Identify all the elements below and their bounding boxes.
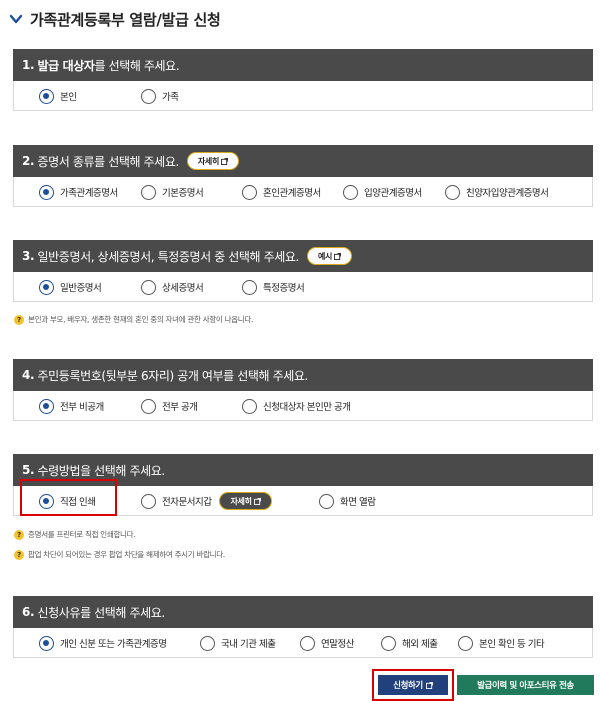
radio-option-other[interactable]: 본인 확인 등 기타 bbox=[458, 628, 545, 658]
radio-option-family[interactable]: 가족 bbox=[141, 81, 179, 111]
chevron-icon bbox=[9, 14, 23, 24]
page-title-text: 가족관계등록부 열람/발급 신청 bbox=[30, 10, 221, 29]
radio-icon[interactable] bbox=[458, 635, 473, 651]
section-options: 가족관계증명서 기본증명서 혼인관계증명서 입양관계증명서 친양자입양관계증명서 bbox=[13, 177, 593, 207]
section-options: 전부 비공개 전부 공개 신청대상자 본인만 공개 bbox=[13, 391, 593, 421]
section-header: 1. 발급 대상자 를 선택해 주세요. bbox=[13, 49, 593, 81]
radio-option-all-public[interactable]: 전부 공개 bbox=[141, 391, 198, 421]
history-apostille-button[interactable]: 발급이력 및 아포스티유 전송 bbox=[457, 675, 594, 695]
highlight-box bbox=[20, 479, 117, 516]
radio-option-tax[interactable]: 연말정산 bbox=[300, 628, 354, 658]
help-icon: ? bbox=[14, 549, 24, 560]
radio-option-basic[interactable]: 기본증명서 bbox=[141, 177, 204, 207]
help-icon: ? bbox=[14, 314, 24, 325]
details-button[interactable]: 자세히 bbox=[186, 152, 240, 170]
radio-option-family-relation[interactable]: 가족관계증명서 bbox=[39, 177, 118, 207]
radio-option-domestic[interactable]: 국내 기관 제출 bbox=[200, 628, 276, 658]
section-options: 본인 가족 bbox=[13, 81, 593, 111]
section-certificate-type: 2. 증명서 종류를 선택해 주세요. 자세히 가족관계증명서 기본증명서 혼인… bbox=[13, 145, 593, 207]
radio-option-overseas[interactable]: 해외 제출 bbox=[381, 628, 438, 658]
section-options: 일반증명서 상세증명서 특정증명서 bbox=[13, 272, 593, 302]
radio-option-detailed[interactable]: 상세증명서 bbox=[141, 272, 204, 302]
example-button[interactable]: 예시 bbox=[306, 247, 353, 265]
radio-selected-icon[interactable] bbox=[39, 635, 54, 651]
section-id-disclosure: 4. 주민등록번호(뒷부분 6자리) 공개 여부를 선택해 주세요. 전부 비공… bbox=[13, 359, 593, 421]
radio-option-self-only[interactable]: 신청대상자 본인만 공개 bbox=[242, 391, 351, 421]
section-header: 4. 주민등록번호(뒷부분 6자리) 공개 여부를 선택해 주세요. bbox=[13, 359, 593, 391]
radio-option-specific[interactable]: 특정증명서 bbox=[242, 272, 305, 302]
radio-option-general[interactable]: 일반증명서 bbox=[39, 272, 102, 302]
radio-icon[interactable] bbox=[200, 635, 215, 651]
section-header: 2. 증명서 종류를 선택해 주세요. 자세히 bbox=[13, 145, 593, 177]
section-certificate-scope: 3. 일반증명서, 상세증명서, 특정증명서 중 선택해 주세요. 예시 일반증… bbox=[13, 240, 593, 302]
radio-option-self[interactable]: 본인 bbox=[39, 81, 77, 111]
radio-icon[interactable] bbox=[319, 493, 334, 509]
highlight-box bbox=[372, 669, 454, 701]
section-header: 3. 일반증명서, 상세증명서, 특정증명서 중 선택해 주세요. 예시 bbox=[13, 240, 593, 272]
help-icon: ? bbox=[14, 529, 24, 540]
radio-option-marriage[interactable]: 혼인관계증명서 bbox=[242, 177, 321, 207]
radio-icon[interactable] bbox=[300, 635, 315, 651]
radio-selected-icon[interactable] bbox=[39, 88, 54, 104]
radio-icon[interactable] bbox=[242, 184, 257, 200]
radio-option-e-wallet[interactable]: 전자문서지갑 자세히 bbox=[141, 486, 272, 516]
radio-icon[interactable] bbox=[141, 184, 156, 200]
external-link-icon bbox=[253, 497, 261, 505]
radio-icon[interactable] bbox=[141, 493, 156, 509]
external-link-icon bbox=[334, 252, 342, 260]
section-apply-reason: 6. 신청사유를 선택해 주세요. 개인 신분 또는 가족관계증명 국내 기관 … bbox=[13, 596, 593, 658]
radio-icon[interactable] bbox=[445, 184, 460, 200]
section-header: 6. 신청사유를 선택해 주세요. bbox=[13, 596, 593, 628]
radio-selected-icon[interactable] bbox=[39, 184, 54, 200]
radio-option-identity[interactable]: 개인 신분 또는 가족관계증명 bbox=[39, 628, 167, 658]
radio-icon[interactable] bbox=[141, 279, 156, 295]
radio-icon[interactable] bbox=[141, 398, 156, 414]
details-button[interactable]: 자세히 bbox=[219, 492, 272, 510]
radio-icon[interactable] bbox=[343, 184, 358, 200]
radio-icon[interactable] bbox=[141, 88, 156, 104]
radio-option-adoption[interactable]: 입양관계증명서 bbox=[343, 177, 422, 207]
external-link-icon bbox=[221, 157, 229, 165]
page-title: 가족관계등록부 열람/발급 신청 bbox=[8, 6, 221, 32]
radio-selected-icon[interactable] bbox=[39, 398, 54, 414]
note-sec5-popup: ? 팝업 차단이 되어있는 경우 팝업 차단을 해제하여 주시기 바랍니다. bbox=[14, 549, 225, 560]
radio-selected-icon[interactable] bbox=[39, 279, 54, 295]
radio-icon[interactable] bbox=[381, 635, 396, 651]
section-issue-target: 1. 발급 대상자 를 선택해 주세요. 본인 가족 bbox=[13, 49, 593, 111]
radio-option-full-adoption[interactable]: 친양자입양관계증명서 bbox=[445, 177, 549, 207]
note-sec3: ? 본인과 부모, 배우자, 생존한 현재의 혼인 중의 자녀에 관한 사항이 나… bbox=[14, 314, 253, 325]
note-sec5-print: ? 증명서를 프린터로 직접 인쇄합니다. bbox=[14, 529, 136, 540]
section-options: 개인 신분 또는 가족관계증명 국내 기관 제출 연말정산 해외 제출 본인 확… bbox=[13, 628, 593, 658]
radio-option-screen-view[interactable]: 화면 열람 bbox=[319, 486, 376, 516]
radio-icon[interactable] bbox=[242, 398, 257, 414]
radio-option-all-hidden[interactable]: 전부 비공개 bbox=[39, 391, 104, 421]
radio-icon[interactable] bbox=[242, 279, 257, 295]
